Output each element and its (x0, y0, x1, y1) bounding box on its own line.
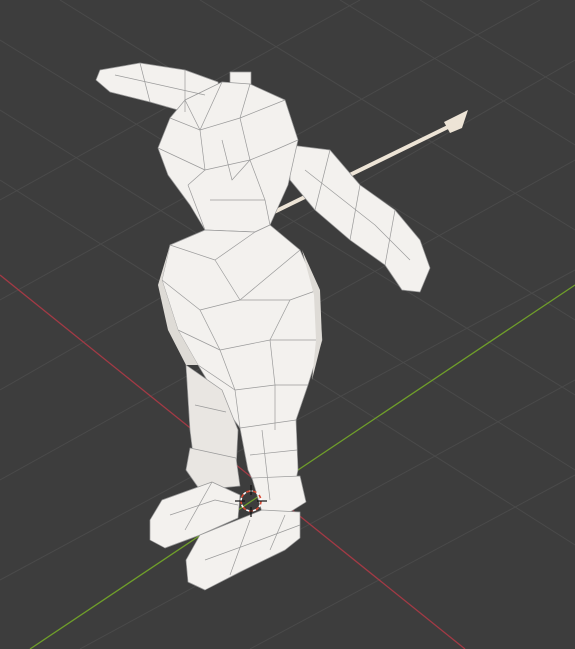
3d-viewport[interactable] (0, 0, 575, 649)
humanoid-mesh[interactable] (95, 62, 431, 591)
viewport-canvas[interactable] (0, 0, 575, 649)
